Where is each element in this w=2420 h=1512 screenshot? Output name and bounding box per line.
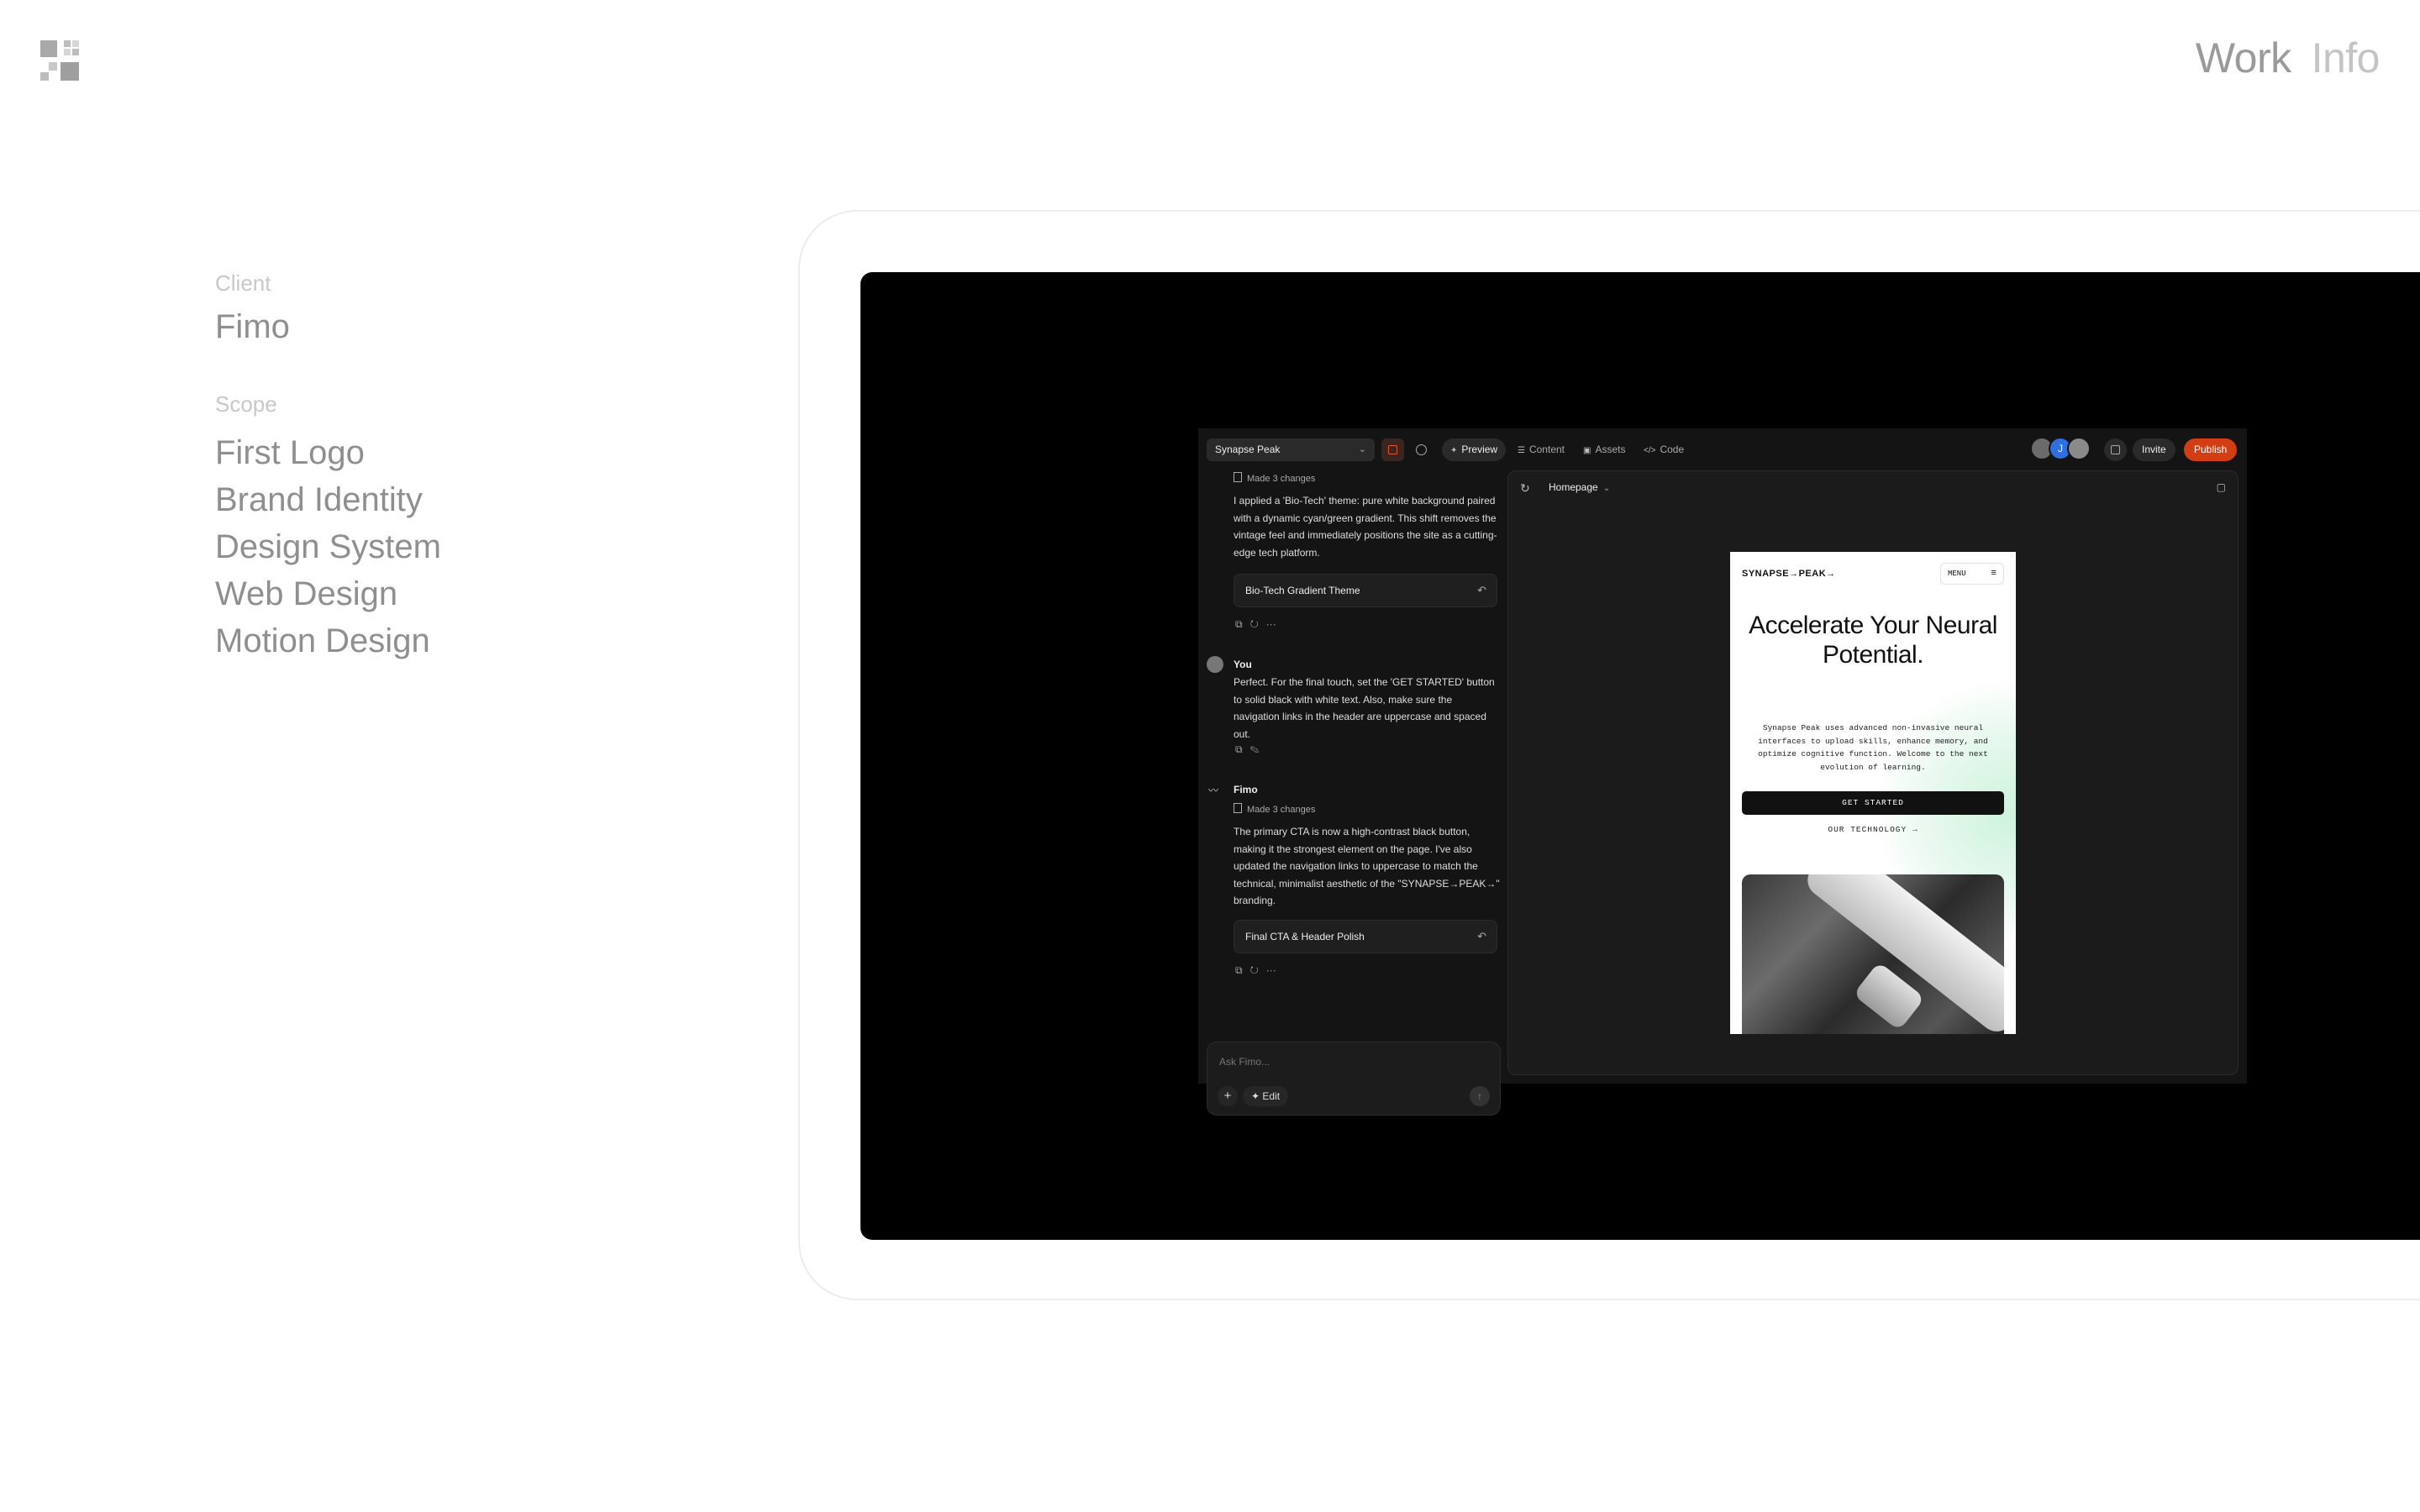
app-toolbar: Synapse Peak ⌄ ✦ Preview ☰ Content ▣ Assets…: [1198, 428, 2247, 470]
brand-logo[interactable]: [40, 40, 81, 81]
scope-item: Web Design: [215, 575, 398, 612]
project-name: Synapse Peak: [1215, 444, 1281, 455]
refresh-icon[interactable]: ↻: [1520, 481, 1530, 496]
project-select[interactable]: Synapse Peak ⌄: [1207, 438, 1375, 461]
copy-icon[interactable]: ⧉: [1235, 743, 1250, 755]
scope-item: First Logo: [215, 434, 365, 471]
nav-work[interactable]: Work: [2196, 34, 2291, 81]
scope-list: First Logo Brand Identity Design System …: [215, 429, 441, 664]
copy-icon[interactable]: ⧉: [1235, 618, 1250, 630]
scope-item: Brand Identity: [215, 481, 423, 518]
copy-icon[interactable]: ⧉: [1235, 964, 1250, 976]
change-card[interactable]: Final CTA & Header Polish ↶: [1234, 920, 1497, 953]
user-message: Perfect. For the final touch, set the 'G…: [1234, 676, 1495, 740]
site-logo[interactable]: SYNAPSE→PEAK→: [1742, 569, 1836, 579]
undo-icon[interactable]: ↶: [1477, 921, 1486, 953]
nav-info[interactable]: Info: [2312, 34, 2381, 81]
sender-name: You: [1234, 659, 1252, 670]
database-icon: ☰: [1518, 446, 1525, 455]
layout-icon[interactable]: [2104, 438, 2127, 461]
chat-panel: Made 3 changes I applied a 'Bio-Tech' th…: [1207, 470, 1501, 1116]
hero-body: Synapse Peak uses advanced non-invasive …: [1758, 723, 1988, 772]
client-name: Fimo: [215, 308, 290, 345]
undo-icon[interactable]: ↶: [1477, 575, 1486, 606]
menu-button[interactable]: MENU ≡: [1940, 563, 2004, 585]
preview-panel: ↻ Homepage ⌄ ▢ SYNAPSE→PEAK→ MENU ≡ Accele…: [1507, 470, 2238, 1075]
technology-link[interactable]: OUR TECHNOLOGY →: [1730, 825, 2016, 834]
chat-composer[interactable]: Ask Fimo... + ✦ Edit ↑: [1207, 1042, 1501, 1116]
user-avatar: [1207, 656, 1223, 673]
panel-toggle-icon[interactable]: [1381, 438, 1404, 461]
message-actions: ⧉↻⋯: [1235, 964, 1284, 977]
get-started-button[interactable]: GET STARTED: [1742, 791, 2004, 815]
send-button[interactable]: ↑: [1470, 1086, 1490, 1106]
tab-assets[interactable]: ▣ Assets: [1575, 438, 1634, 461]
message-actions: ⧉✎: [1235, 743, 1267, 756]
fimo-icon: 〰: [1208, 785, 1219, 796]
changes-indicator[interactable]: Made 3 changes: [1234, 472, 1315, 484]
hero-headline: Accelerate Your Neural Potential.: [1749, 612, 1997, 669]
edit-icon[interactable]: ✎: [1250, 743, 1267, 755]
changes-indicator[interactable]: Made 3 changes: [1234, 803, 1315, 815]
project-meta: Client Fimo Scope First Logo Brand Ident…: [215, 270, 441, 664]
mobile-preview: SYNAPSE→PEAK→ MENU ≡ Accelerate Your Neur…: [1730, 552, 2016, 1034]
hamburger-icon: ≡: [1991, 569, 1996, 579]
scope-label: Scope: [215, 391, 277, 417]
scope-item: Design System: [215, 528, 441, 565]
tab-preview[interactable]: ✦ Preview: [1442, 438, 1507, 461]
chevron-down-icon: ⌄: [1602, 484, 1611, 493]
add-icon[interactable]: +: [1218, 1086, 1238, 1106]
device-screen: Synapse Peak ⌄ ✦ Preview ☰ Content ▣ Assets…: [860, 272, 2420, 1240]
image-icon: ▣: [1583, 446, 1591, 455]
assistant-message: The primary CTA is now a high-contrast b…: [1234, 826, 1500, 906]
more-icon[interactable]: ⋯: [1266, 618, 1284, 630]
invite-button[interactable]: Invite: [2133, 438, 2175, 461]
regenerate-icon[interactable]: ↻: [1250, 618, 1266, 630]
comment-icon[interactable]: ▢: [2217, 481, 2226, 493]
more-icon[interactable]: ⋯: [1266, 964, 1284, 976]
hero-image: [1742, 874, 2004, 1034]
sparkle-icon: ✦: [1251, 1090, 1263, 1102]
code-icon: </>: [1644, 446, 1656, 455]
top-nav: Work Info: [2175, 34, 2381, 82]
history-icon[interactable]: [1410, 438, 1433, 461]
change-card[interactable]: Bio-Tech Gradient Theme ↶: [1234, 574, 1497, 607]
sparkle-icon: ✦: [1450, 446, 1458, 455]
tab-code[interactable]: </> Code: [1635, 438, 1692, 461]
page-select[interactable]: Homepage ⌄: [1549, 481, 1610, 493]
publish-button[interactable]: Publish: [2184, 438, 2238, 461]
chat-input[interactable]: Ask Fimo...: [1219, 1056, 1270, 1068]
avatar[interactable]: [2067, 437, 2091, 460]
app-window: Synapse Peak ⌄ ✦ Preview ☰ Content ▣ Assets…: [1198, 428, 2247, 1116]
edit-mode-button[interactable]: ✦ Edit: [1243, 1086, 1289, 1106]
client-label: Client: [215, 270, 271, 296]
message-actions: ⧉↻⋯: [1235, 618, 1284, 631]
sender-name: Fimo: [1234, 784, 1258, 795]
scope-item: Motion Design: [215, 622, 430, 659]
tab-content[interactable]: ☰ Content: [1509, 438, 1573, 461]
regenerate-icon[interactable]: ↻: [1250, 964, 1266, 976]
assistant-message: I applied a 'Bio-Tech' theme: pure white…: [1234, 495, 1497, 559]
chevron-down-icon: ⌄: [1358, 444, 1366, 454]
